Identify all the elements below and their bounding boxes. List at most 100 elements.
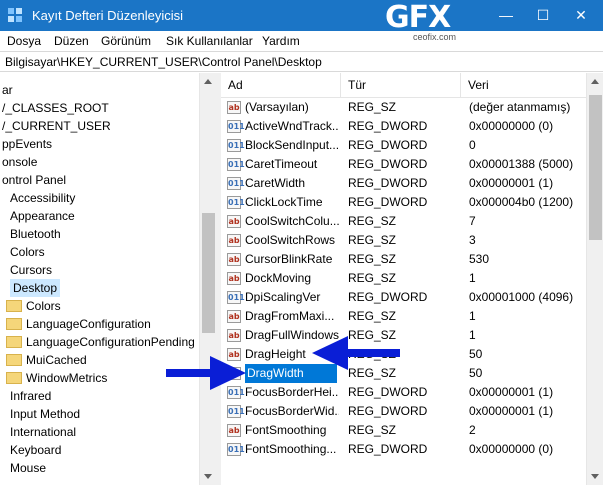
list-scroll-thumb[interactable] — [589, 95, 602, 240]
folder-icon — [6, 300, 22, 312]
menu-file[interactable]: Dosya — [7, 34, 41, 48]
value-type: REG_DWORD — [348, 157, 428, 171]
tree-item[interactable]: Colors — [0, 243, 200, 261]
tree-item[interactable]: Bluetooth — [0, 225, 200, 243]
value-type: REG_SZ — [348, 423, 397, 437]
minimize-button[interactable]: — — [487, 0, 525, 31]
tree-item[interactable]: Accessibility — [0, 189, 200, 207]
tree-item[interactable]: LanguageConfiguration — [0, 315, 200, 333]
tree-item[interactable]: ontrol Panel — [0, 171, 200, 189]
menu-edit[interactable]: Düzen — [54, 34, 89, 48]
value-data: (değer atanmamış) — [469, 100, 571, 114]
tree-item[interactable]: /_CLASSES_ROOT — [0, 99, 200, 117]
value-row[interactable]: 011 ClickLockTime REG_DWORD 0x000004b0 (120… — [221, 193, 586, 212]
value-row[interactable]: ab (Varsayılan) REG_SZ (değer atanmamış) — [221, 98, 586, 117]
tree-item[interactable]: Infrared — [0, 387, 200, 405]
value-row[interactable]: ab DragFromMaxi... REG_SZ 1 — [221, 307, 586, 326]
column-name[interactable]: Ad — [221, 73, 341, 98]
tree-scroll-thumb[interactable] — [202, 213, 215, 333]
value-row[interactable]: ab DragWidth REG_SZ 50 — [221, 364, 586, 383]
tree-item[interactable]: /_CURRENT_USER — [0, 117, 200, 135]
menu-view[interactable]: Görünüm — [101, 34, 151, 48]
tree-item-label: Mouse — [10, 461, 47, 475]
tree-item[interactable]: onsole — [0, 153, 200, 171]
column-data[interactable]: Veri — [461, 73, 586, 98]
value-data: 0x00000000 (0) — [469, 442, 554, 456]
key-tree[interactable]: ar /_CLASSES_ROOT /_CURRENT_USER ppEvents on… — [0, 73, 216, 485]
address-path[interactable]: Bilgisayar\HKEY_CURRENT_USER\Control Pan… — [5, 55, 322, 69]
scroll-down-icon[interactable] — [204, 474, 212, 479]
binary-value-icon: 011 — [227, 386, 245, 399]
value-type: REG_SZ — [348, 328, 397, 342]
value-data: 0x00000001 (1) — [469, 385, 554, 399]
value-data: 0 — [469, 138, 476, 152]
value-row[interactable]: ab CoolSwitchRows REG_SZ 3 — [221, 231, 586, 250]
tree-item-label: Appearance — [10, 209, 75, 223]
tree-item[interactable]: Colors — [0, 297, 200, 315]
tree-item-label: Colors — [26, 299, 61, 313]
value-row[interactable]: 011 CaretWidth REG_DWORD 0x00000001 (1) — [221, 174, 586, 193]
tree-item[interactable]: MuiCached — [0, 351, 200, 369]
tree-item[interactable]: International — [0, 423, 200, 441]
value-row[interactable]: 011 FontSmoothing... REG_DWORD 0x00000000 (… — [221, 440, 586, 459]
tree-item-label: Bluetooth — [10, 227, 61, 241]
string-value-icon: ab — [227, 101, 241, 114]
tree-item-label: ppEvents — [2, 137, 53, 151]
value-row[interactable]: ab CursorBlinkRate REG_SZ 530 — [221, 250, 586, 269]
tree-item[interactable]: ar — [0, 81, 200, 99]
tree-item[interactable]: Input Method — [0, 405, 200, 423]
folder-icon — [6, 318, 22, 330]
list-scrollbar[interactable] — [586, 73, 603, 485]
value-name: BlockSendInput... — [245, 138, 339, 152]
tree-scrollbar[interactable] — [199, 73, 216, 485]
menu-help[interactable]: Yardım — [262, 34, 300, 48]
value-row[interactable]: ab DockMoving REG_SZ 1 — [221, 269, 586, 288]
address-bar[interactable]: Bilgisayar\HKEY_CURRENT_USER\Control Pan… — [0, 51, 603, 72]
close-button[interactable]: ✕ — [562, 0, 600, 31]
value-type: REG_SZ — [348, 100, 397, 114]
scroll-down-icon[interactable] — [591, 474, 599, 479]
value-data: 2 — [469, 423, 476, 437]
tree-item-label: ontrol Panel — [2, 173, 67, 187]
tree-item[interactable]: LanguageConfigurationPending — [0, 333, 200, 351]
string-value-icon: ab — [227, 424, 241, 437]
tree-item-label: Accessibility — [10, 191, 76, 205]
menu-favorites[interactable]: Sık Kullanılanlar — [166, 34, 253, 48]
value-row[interactable]: 011 BlockSendInput... REG_DWORD 0 — [221, 136, 586, 155]
tree-item[interactable]: Keyboard — [0, 441, 200, 459]
tree-item-label: Input Method — [10, 407, 81, 421]
tree-item[interactable]: Appearance — [0, 207, 200, 225]
value-name: ClickLockTime — [245, 195, 323, 209]
tree-item[interactable]: Cursors — [0, 261, 200, 279]
value-row[interactable]: ab DragFullWindows REG_SZ 1 — [221, 326, 586, 345]
tree-item-label: LanguageConfiguration — [26, 317, 151, 331]
value-row[interactable]: 011 CaretTimeout REG_DWORD 0x00001388 (5000… — [221, 155, 586, 174]
binary-value-icon: 011 — [227, 139, 245, 152]
value-data: 0x00000000 (0) — [469, 119, 554, 133]
column-type[interactable]: Tür — [341, 73, 461, 98]
value-row[interactable]: ab DragHeight REG_SZ 50 — [221, 345, 586, 364]
folder-icon — [6, 336, 22, 348]
scroll-up-icon[interactable] — [591, 79, 599, 84]
tree-item[interactable]: WindowMetrics — [0, 369, 200, 387]
value-name: FocusBorderWid... — [245, 404, 339, 418]
value-data: 0x000004b0 (1200) — [469, 195, 574, 209]
value-type: REG_DWORD — [348, 404, 428, 418]
value-row[interactable]: 011 FocusBorderWid... REG_DWORD 0x00000001 … — [221, 402, 586, 421]
value-row[interactable]: 011 DpiScalingVer REG_DWORD 0x00001000 (409… — [221, 288, 586, 307]
scroll-up-icon[interactable] — [204, 79, 212, 84]
value-row[interactable]: 011 FocusBorderHei... REG_DWORD 0x00000001 … — [221, 383, 586, 402]
value-name: CoolSwitchRows — [245, 233, 336, 247]
value-name: DragFullWindows — [245, 328, 339, 342]
maximize-button[interactable]: ☐ — [524, 0, 562, 31]
value-name: (Varsayılan) — [245, 100, 309, 114]
value-type: REG_DWORD — [348, 138, 428, 152]
value-row[interactable]: ab FontSmoothing REG_SZ 2 — [221, 421, 586, 440]
value-row[interactable]: ab CoolSwitchColu... REG_SZ 7 — [221, 212, 586, 231]
tree-item[interactable]: Desktop — [0, 279, 200, 297]
tree-item[interactable]: Mouse — [0, 459, 200, 477]
value-row[interactable]: 011 ActiveWndTrack... REG_DWORD 0x00000000 … — [221, 117, 586, 136]
value-name: FontSmoothing — [245, 423, 327, 437]
string-value-icon: ab — [227, 310, 241, 323]
tree-item[interactable]: ppEvents — [0, 135, 200, 153]
